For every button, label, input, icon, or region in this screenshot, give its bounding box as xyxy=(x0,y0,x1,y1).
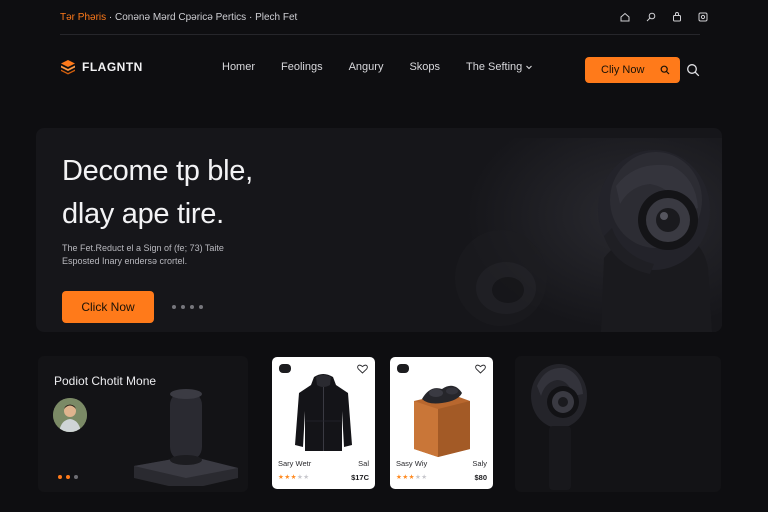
featured-carousel-dots[interactable] xyxy=(58,475,78,479)
home-icon[interactable] xyxy=(620,12,630,22)
brand-logo[interactable]: FLAGNTN xyxy=(60,59,143,75)
product-card[interactable]: Sasy Wiy Saly ★★★★★ $80 xyxy=(390,357,493,489)
helmet-image xyxy=(531,364,587,490)
nav-item-label: Feolings xyxy=(281,61,323,73)
nav-item-settings-dropdown[interactable]: The Sefting xyxy=(466,61,533,73)
carousel-dot[interactable] xyxy=(190,305,194,309)
logo-icon xyxy=(61,60,75,75)
main-nav: FLAGNTN Homer Feolings Angury Skops The … xyxy=(0,35,768,99)
hero-headline-line2: dlay ape tire. xyxy=(62,198,224,230)
nav-menu: Homer Feolings Angury Skops The Sefting xyxy=(222,35,533,99)
product-price: $17C xyxy=(351,473,369,482)
nav-item-shops[interactable]: Skops xyxy=(409,61,440,73)
product-name: Sasy Wiy xyxy=(396,459,428,468)
nav-item-label: Homer xyxy=(222,61,256,73)
hero-subtext: The Fet.Reduct el a Sign of (fe; 73) Tai… xyxy=(62,242,282,268)
hero-banner: Decome tp ble, dlay ape tire. The Fet.Re… xyxy=(36,128,722,332)
hero-carousel-dots[interactable] xyxy=(172,305,203,309)
header-search-icon[interactable] xyxy=(686,63,700,77)
featured-product-card[interactable]: Podiot Chotit Mone xyxy=(38,356,248,492)
hero-headline-line1: Decome tp ble, xyxy=(62,155,253,187)
brand-name: FLAGNTN xyxy=(82,60,143,74)
nav-item-label: The Sefting xyxy=(466,61,523,73)
hero-subtext-line2: Esposted Inary endersə crortel. xyxy=(62,256,188,266)
carousel-dot[interactable] xyxy=(172,305,176,309)
search-icon[interactable] xyxy=(646,12,656,22)
header-cta-button[interactable]: Cliy Now xyxy=(585,57,680,83)
avatar[interactable] xyxy=(53,398,87,432)
hero-cta-button[interactable]: Click Now xyxy=(62,291,154,323)
product-price-label: Sal xyxy=(358,459,369,468)
nav-item-features[interactable]: Feolings xyxy=(281,61,323,73)
promo-highlight[interactable]: Tər Phəris xyxy=(60,12,106,23)
box-image xyxy=(414,385,470,457)
carousel-dot[interactable] xyxy=(199,305,203,309)
header-cta-label: Cliy Now xyxy=(601,64,645,76)
nav-item-category[interactable]: Angury xyxy=(349,61,384,73)
carousel-dot[interactable] xyxy=(58,475,62,479)
nav-item-label: Angury xyxy=(348,61,384,73)
carousel-dot[interactable] xyxy=(66,475,70,479)
product-card[interactable]: Sary Wetr Sal ★★★★★ $17C xyxy=(272,357,375,489)
hero-headline: Decome tp ble, dlay ape tire. xyxy=(62,150,342,236)
side-product-card[interactable] xyxy=(515,356,721,492)
carousel-dot[interactable] xyxy=(74,475,78,479)
heart-icon[interactable] xyxy=(357,364,368,374)
promo-separator: · xyxy=(106,11,116,23)
search-icon xyxy=(660,65,670,75)
rating-stars: ★★★★★ xyxy=(278,474,310,481)
hero-subtext-line1: The Fet.Reduct el a Sign of (fe; 73) Tai… xyxy=(62,243,224,253)
product-price-label: Saly xyxy=(472,459,487,468)
hero-product-image xyxy=(436,138,722,332)
cart-icon[interactable] xyxy=(698,12,708,22)
top-icons xyxy=(620,12,708,22)
nav-item-label: Skops xyxy=(409,61,441,73)
jacket-image xyxy=(295,374,352,451)
promo-text: Tər Phəris · Conənə Mərd Cpəricə Pertics… xyxy=(60,12,297,23)
promo-message: Conənə Mərd Cpəricə Pertics · Plech Fet xyxy=(115,11,298,23)
product-name: Sary Wetr xyxy=(278,459,312,468)
smart-speaker-image xyxy=(134,389,238,486)
top-promo-bar: Tər Phəris · Conənə Mərd Cpəricə Pertics… xyxy=(0,0,768,34)
heart-icon[interactable] xyxy=(475,364,486,374)
product-price: $80 xyxy=(474,473,487,482)
rating-stars: ★★★★★ xyxy=(396,474,428,481)
carousel-dot[interactable] xyxy=(181,305,185,309)
bag-icon[interactable] xyxy=(672,12,682,22)
chevron-down-icon xyxy=(526,65,533,70)
person-photo xyxy=(53,398,87,432)
page: Tər Phəris · Conənə Mərd Cpəricə Pertics… xyxy=(0,0,768,512)
nav-item-home[interactable]: Homer xyxy=(222,61,255,73)
